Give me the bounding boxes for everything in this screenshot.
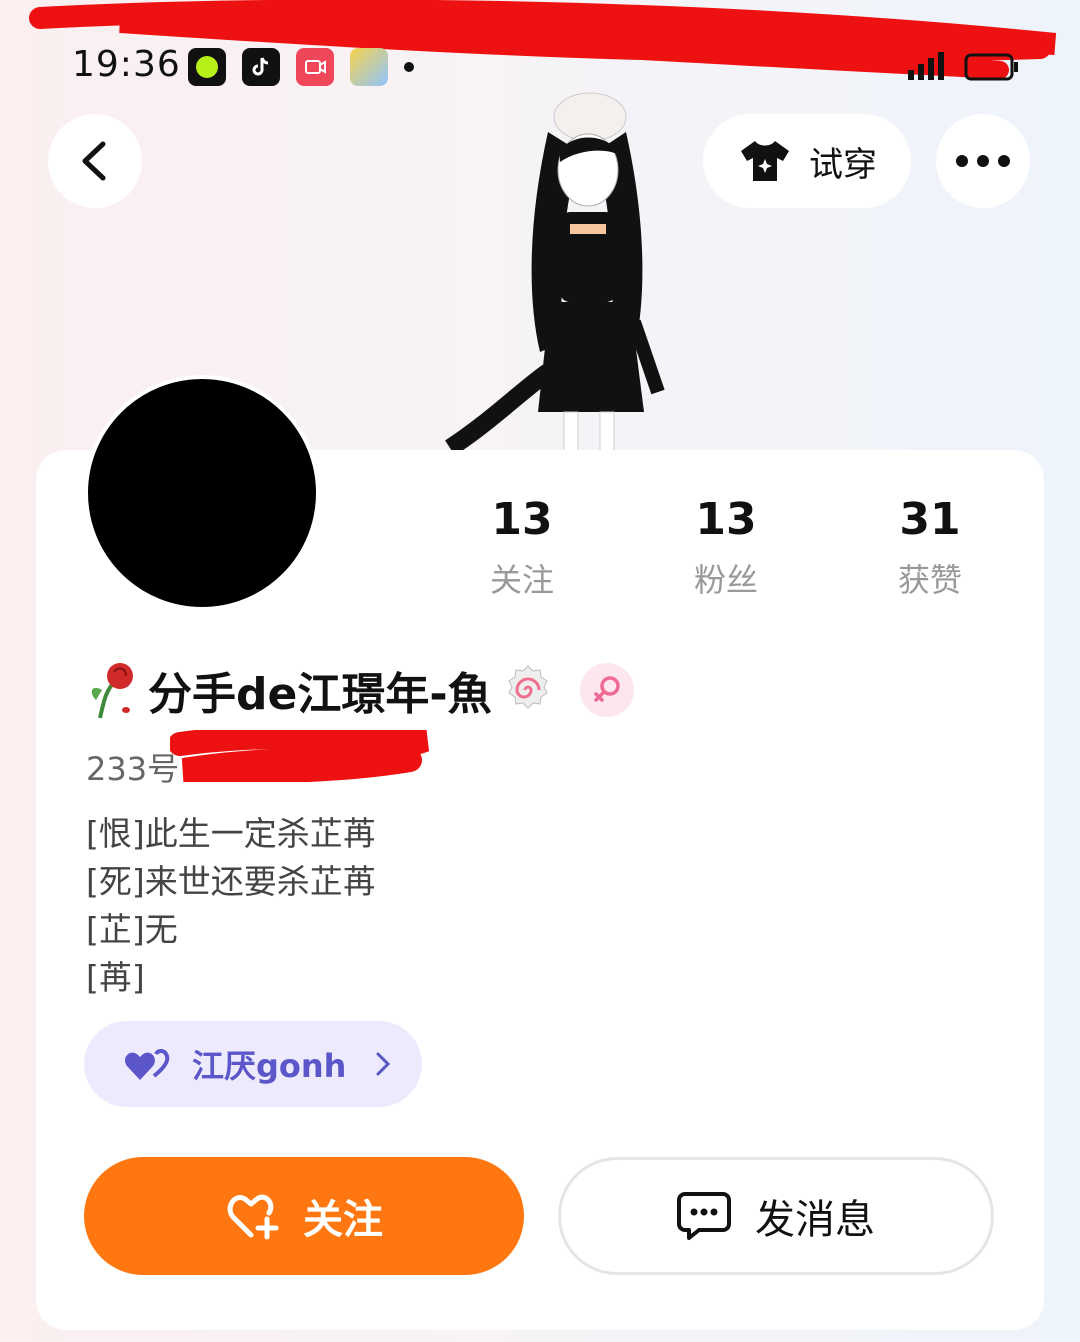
video-record-icon: [296, 48, 334, 86]
double-heart-icon: [125, 1049, 170, 1080]
stat-followers-label: 粉丝: [693, 561, 758, 599]
game-app-icon: [350, 48, 388, 86]
tryon-label: 试穿: [809, 144, 877, 185]
more-options-button[interactable]: [936, 114, 1030, 208]
more-dots-icon: [956, 155, 1010, 167]
avatar-3d-character: [445, 92, 665, 452]
chevron-left-icon: [82, 141, 106, 181]
stat-followers-count: 13: [695, 494, 757, 545]
tshirt-icon: [741, 141, 789, 181]
send-message-label: 发消息: [755, 1197, 875, 1243]
stat-likes[interactable]: 31 获赞: [855, 494, 1005, 601]
relationship-tag-label: 江厌gonh: [192, 1047, 347, 1085]
back-button[interactable]: [48, 114, 142, 208]
status-time: 19:36: [72, 44, 181, 85]
wilted-rose-icon: [91, 663, 133, 719]
bio-line: [苒]: [86, 958, 145, 997]
status-app-icons: [188, 48, 414, 86]
send-message-button[interactable]: 发消息: [558, 1157, 994, 1275]
stat-likes-count: 31: [899, 494, 961, 545]
stat-likes-label: 获赞: [897, 561, 962, 599]
stat-followers[interactable]: 13 粉丝: [651, 494, 801, 601]
battery-icon: [964, 53, 1018, 81]
tiktok-icon: [242, 48, 280, 86]
bio-line: [芷]无: [86, 910, 178, 949]
app-dot-icon: [188, 48, 226, 86]
stat-following-label: 关注: [489, 561, 554, 599]
profile-bio: [恨]此生一定杀芷苒 [死]来世还要杀芷苒 [芷]无 [苒]: [86, 810, 376, 1002]
chevron-right-icon: [376, 1052, 391, 1076]
gender-female-badge: [579, 663, 634, 717]
narutomaki-icon: [507, 665, 548, 709]
more-notifications-dot: [404, 62, 414, 72]
follow-button[interactable]: 关注: [84, 1157, 524, 1275]
profile-name-row: 分手de江璟年-魚: [86, 658, 634, 722]
female-symbol-icon: [593, 676, 620, 702]
follow-label: 关注: [303, 1197, 383, 1243]
stat-following[interactable]: 13 关注: [447, 494, 597, 601]
profile-name: 分手de江璟年-魚: [148, 669, 492, 720]
relationship-tag[interactable]: 江厌gonh: [84, 1021, 422, 1107]
stat-following-count: 13: [491, 494, 553, 545]
id-redaction: [170, 730, 430, 782]
status-system-icons: [906, 52, 1020, 82]
bio-line: [死]来世还要杀芷苒: [86, 862, 376, 901]
signal-icon: [908, 52, 944, 80]
avatar[interactable]: [84, 375, 320, 611]
tryon-button[interactable]: 试穿: [703, 114, 911, 208]
heart-plus-icon: [227, 1194, 279, 1240]
chat-bubble-icon: [677, 1192, 731, 1240]
bio-line: [恨]此生一定杀芷苒: [86, 814, 376, 853]
user-id: 233号: [86, 750, 180, 788]
